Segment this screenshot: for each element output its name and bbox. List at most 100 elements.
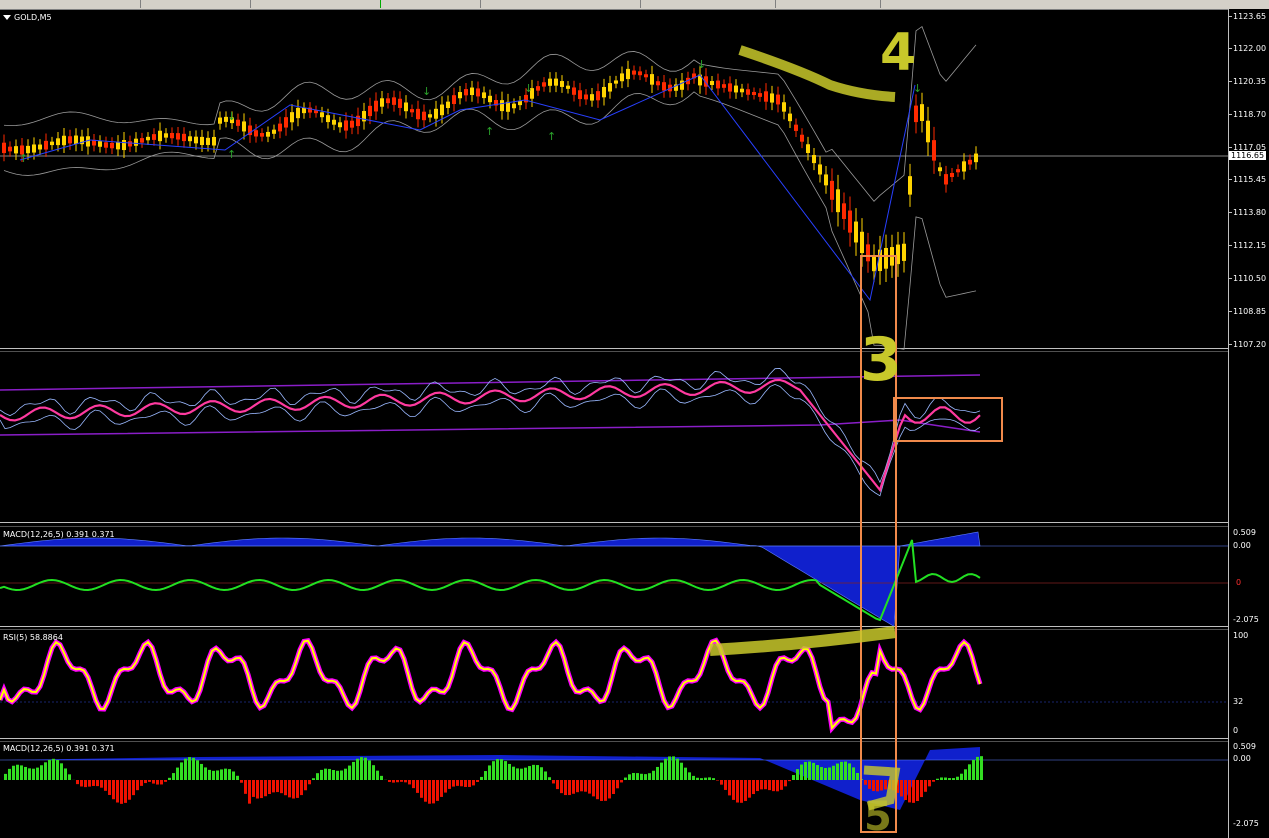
candle-body <box>152 134 156 140</box>
macd-hist-bar <box>444 780 447 793</box>
macd-hist-bar <box>40 765 43 780</box>
macd-hist-bar <box>940 777 943 780</box>
candle-body <box>374 100 378 112</box>
candle-body <box>350 120 354 128</box>
rsi-line <box>0 639 981 731</box>
candle-body <box>188 136 192 142</box>
candle-body <box>200 136 204 145</box>
candle-body <box>14 146 18 154</box>
macd-hist-bar <box>128 780 131 800</box>
candle-body <box>536 86 540 91</box>
candle-body <box>602 86 606 98</box>
candle-body <box>392 97 396 105</box>
macd-hist-bar <box>292 780 295 799</box>
candle-body <box>170 132 174 139</box>
macd-hist-bar <box>144 780 147 784</box>
candle-body <box>836 189 840 213</box>
macd-hist-bar <box>320 769 323 780</box>
candle-body <box>50 141 54 146</box>
fractal-arrow-icon: ↑ <box>547 130 556 143</box>
macd-hist-bar <box>324 768 327 780</box>
fractal-arrow-icon: ↓ <box>913 82 922 95</box>
candle-body <box>116 141 120 150</box>
candle-body <box>176 133 180 140</box>
candle-body <box>296 107 300 119</box>
macd-hist-bar <box>480 776 483 780</box>
price-scale-label: 1115.45 <box>1233 175 1267 184</box>
macd-hist-bar <box>632 772 635 780</box>
macd-hist-bar <box>88 780 91 787</box>
macd-hist-bar <box>408 780 411 785</box>
macd-hist-bar <box>332 770 335 780</box>
macd-hist-bar <box>712 778 715 780</box>
macd-hist-bar <box>800 764 803 780</box>
candle-body <box>2 142 6 154</box>
candle-body <box>182 133 186 142</box>
macd-hist-bar <box>224 768 227 780</box>
macd-hist-bar <box>456 780 459 786</box>
macd-hist-bar <box>436 780 439 801</box>
candle-body <box>272 129 276 134</box>
candle-body <box>488 95 492 103</box>
macd-hist-bar <box>680 762 683 780</box>
macd-hist-bar <box>376 770 379 780</box>
candle-body <box>914 105 918 123</box>
macd-1-scale-bottom: -2.075 <box>1233 615 1259 624</box>
chevron-down-icon[interactable] <box>3 15 11 20</box>
candle-body <box>422 111 426 121</box>
candle-body <box>146 136 150 141</box>
candle-body <box>848 210 852 233</box>
macd-hist-bar <box>488 765 491 780</box>
candle-body <box>8 146 12 152</box>
macd-hist-bar <box>776 780 779 792</box>
macd-hist-bar <box>416 780 419 793</box>
macd-hist-bar <box>660 762 663 780</box>
macd-hist-bar <box>112 780 115 800</box>
macd-hist-bar <box>464 780 467 787</box>
symbol-label[interactable]: GOLD,M5 <box>3 13 52 22</box>
macd-hist-bar <box>948 778 951 780</box>
candle-body <box>278 123 282 132</box>
macd-hist-bar <box>880 780 883 791</box>
macd-hist-bar <box>928 780 931 787</box>
macd-hist-bar <box>612 780 615 794</box>
macd-hist-bar <box>792 775 795 780</box>
candle-body <box>452 95 456 105</box>
candle-body <box>818 164 822 175</box>
macd-hist-bar <box>20 765 23 780</box>
candle-body <box>500 100 504 112</box>
macd-hist-bar <box>440 780 443 797</box>
candle-body <box>788 113 792 122</box>
macd-hist-bar <box>740 780 743 803</box>
candle-body <box>944 174 948 185</box>
chart-drawing-surface[interactable]: ↑↓↑↓↑↓↑↓↓435 <box>0 0 1269 838</box>
candle-body <box>122 140 126 151</box>
candle-body <box>806 144 810 154</box>
macd-hist-bar <box>868 780 871 789</box>
macd-hist-bar <box>32 768 35 780</box>
candle-body <box>266 131 270 137</box>
macd-hist-bar <box>884 780 887 790</box>
candle-body <box>638 71 642 76</box>
candle-body <box>650 74 654 85</box>
candle-body <box>74 135 78 145</box>
macd-hist-bar <box>272 780 275 793</box>
macd-hist-bar <box>936 778 939 780</box>
macd-hist-bar <box>484 771 487 780</box>
macd-hist-bar <box>28 768 31 780</box>
price-tick <box>1228 48 1232 49</box>
band-upper <box>0 374 981 391</box>
macd-hist-bar <box>156 780 159 785</box>
macd-hist-bar <box>348 765 351 780</box>
macd-hist-bar <box>140 780 143 786</box>
macd-hist-bar <box>648 773 651 780</box>
candle-body <box>722 84 726 88</box>
macd-hist-bar <box>832 765 835 780</box>
macd-hist-bar <box>304 780 307 791</box>
band-line <box>0 368 981 484</box>
macd-hist-bar <box>656 766 659 780</box>
macd-hist-bar <box>60 763 63 780</box>
macd-hist-bar <box>576 780 579 793</box>
rsi-glow-line <box>0 637 983 734</box>
candle-body <box>746 89 750 95</box>
